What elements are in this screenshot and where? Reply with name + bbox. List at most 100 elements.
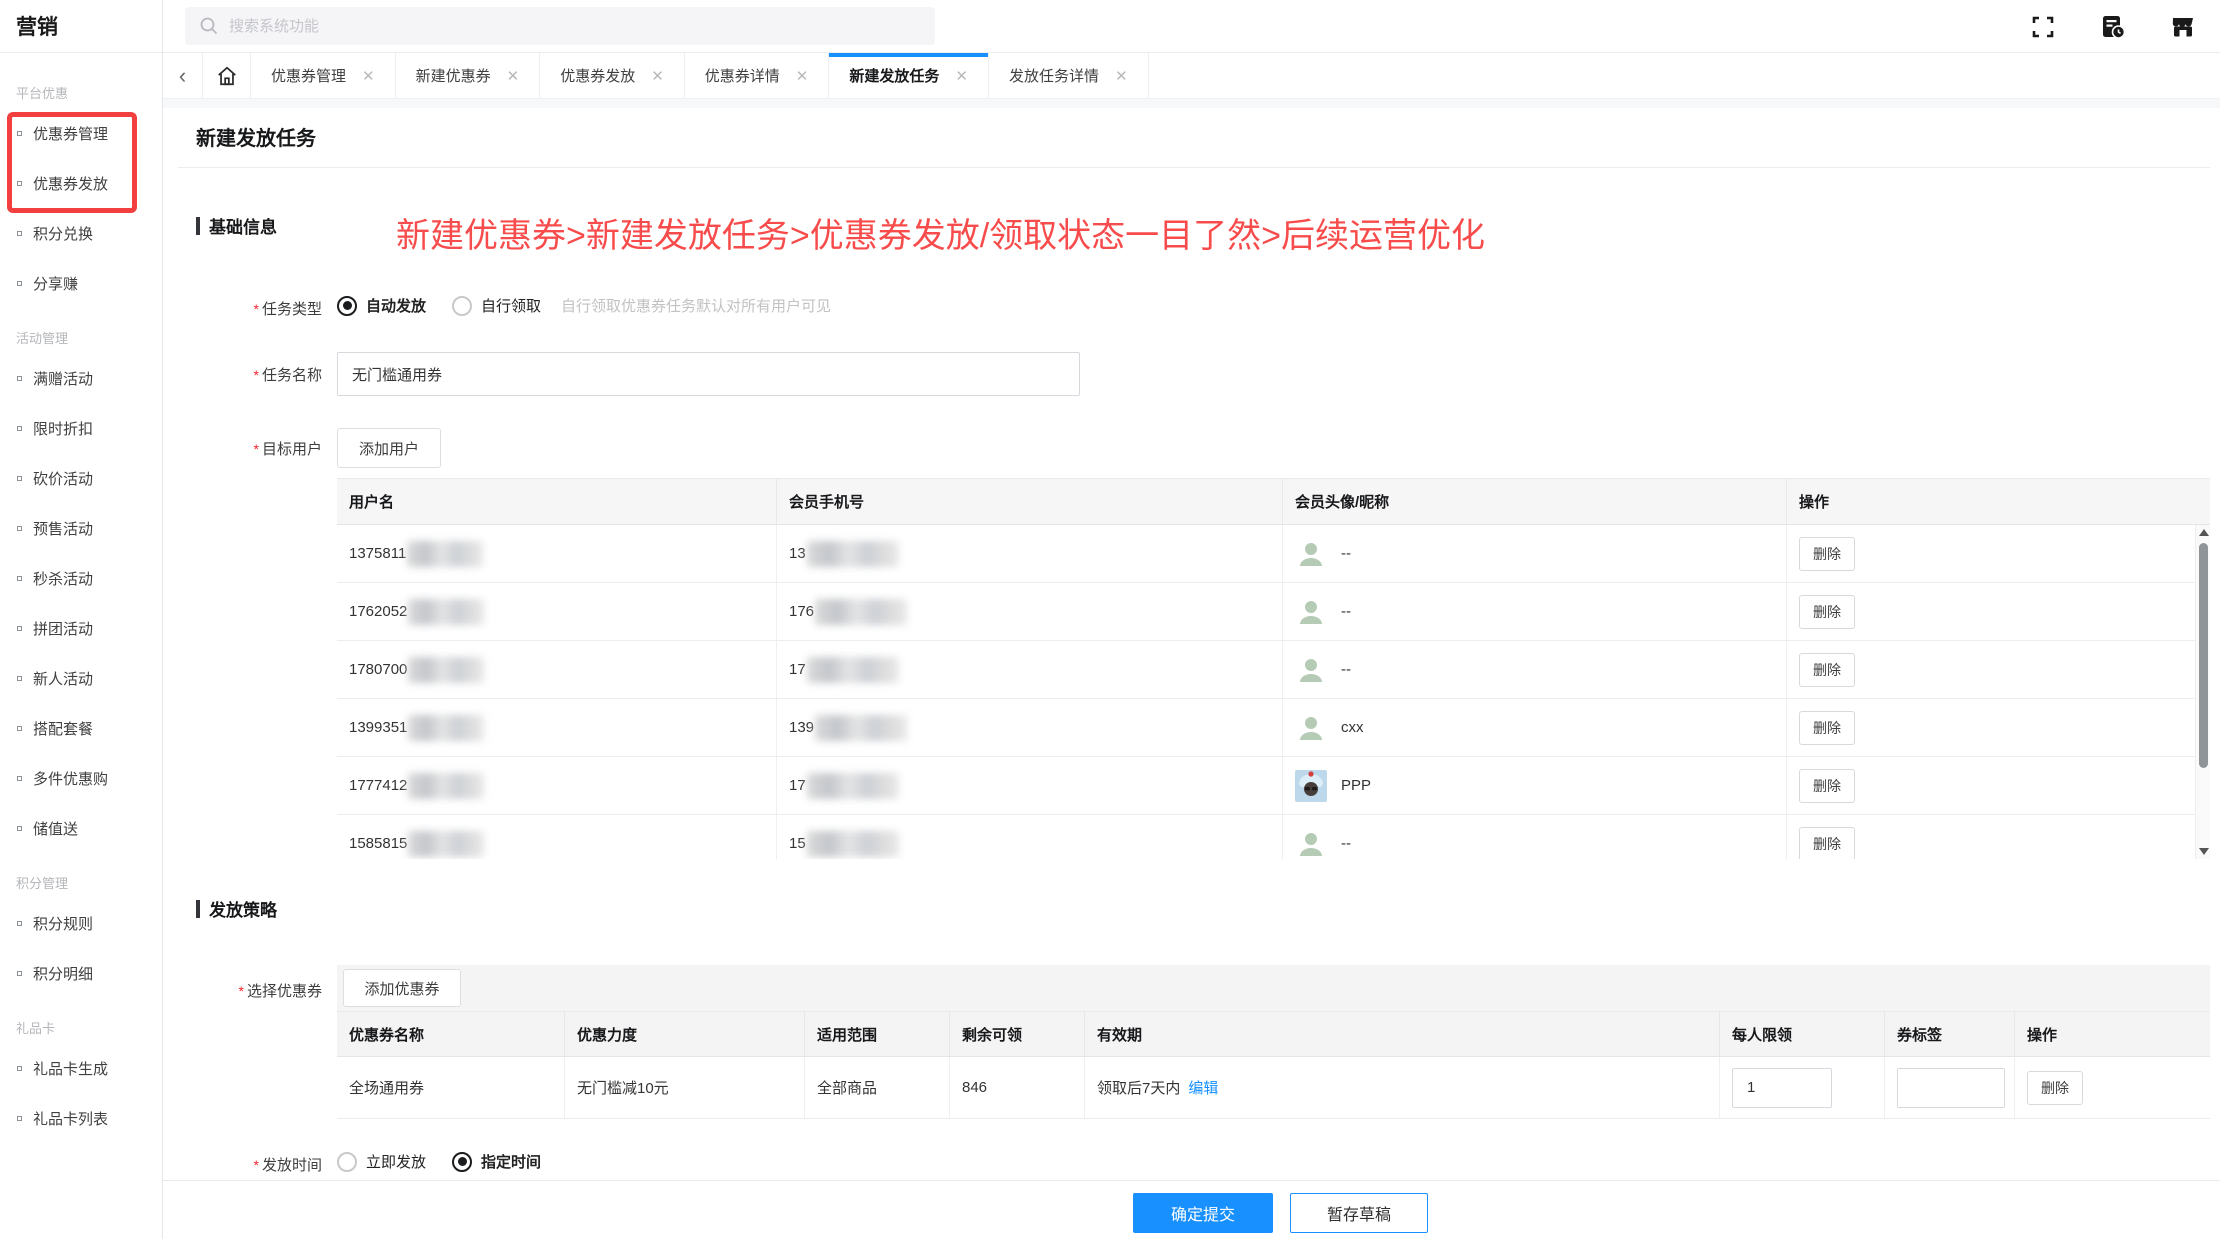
- sidebar-item-seckill[interactable]: 秒杀活动: [0, 553, 162, 603]
- sidebar-item-points-rules[interactable]: 积分规则: [0, 898, 162, 948]
- section-basic-info: 基础信息: [196, 213, 277, 238]
- edit-validity-link[interactable]: 编辑: [1188, 1077, 1218, 1098]
- sidebar-item-giftcard-list[interactable]: 礼品卡列表: [0, 1093, 162, 1143]
- user-avatar-icon: [1295, 654, 1327, 686]
- sidebar-item-group-buy[interactable]: 拼团活动: [0, 603, 162, 653]
- col-header-strength: 优惠力度: [565, 1012, 805, 1056]
- radio-self-claim[interactable]: [452, 296, 472, 316]
- radio-scheduled-time[interactable]: [452, 1152, 472, 1172]
- nickname-text: PPP: [1341, 777, 1371, 794]
- fullscreen-icon[interactable]: [2030, 14, 2056, 40]
- search-box[interactable]: [185, 7, 935, 45]
- sidebar-item-full-gift[interactable]: 满赠活动: [0, 353, 162, 403]
- sidebar-item-points-detail[interactable]: 积分明细: [0, 948, 162, 998]
- square-bullet-icon: [17, 526, 22, 531]
- tabs-back-button[interactable]: ‹: [163, 53, 203, 98]
- tab-label: 发放任务详情: [1009, 65, 1099, 86]
- close-icon[interactable]: ✕: [796, 67, 809, 85]
- sidebar-item-label: 积分明细: [33, 963, 93, 984]
- close-icon[interactable]: ✕: [651, 67, 664, 85]
- add-user-button[interactable]: 添加用户: [337, 428, 441, 468]
- blurred-text: [408, 657, 484, 683]
- sidebar-item-label: 预售活动: [33, 518, 93, 539]
- tab-coupon-manage[interactable]: 优惠券管理✕: [251, 53, 396, 98]
- task-type-hint: 自行领取优惠券任务默认对所有用户可见: [561, 295, 831, 316]
- sidebar-item-label: 礼品卡生成: [33, 1058, 108, 1079]
- limit-per-person-input[interactable]: [1732, 1068, 1832, 1108]
- report-icon[interactable]: [2100, 14, 2126, 40]
- sidebar-item-presale[interactable]: 预售活动: [0, 503, 162, 553]
- radio-auto-send[interactable]: [337, 296, 357, 316]
- sidebar-section-points: 积分管理: [16, 873, 162, 892]
- square-bullet-icon: [17, 576, 22, 581]
- delete-button[interactable]: 删除: [1799, 711, 1855, 745]
- scrollbar-thumb[interactable]: [2199, 543, 2208, 768]
- confirm-submit-button[interactable]: 确定提交: [1133, 1193, 1273, 1233]
- delete-button[interactable]: 删除: [1799, 537, 1855, 571]
- sidebar-item-label: 新人活动: [33, 668, 93, 689]
- square-bullet-icon: [17, 131, 22, 136]
- sidebar-item-label: 礼品卡列表: [33, 1108, 108, 1129]
- search-input[interactable]: [229, 18, 869, 35]
- blurred-text: [408, 831, 484, 857]
- sidebar-item-bargain[interactable]: 砍价活动: [0, 453, 162, 503]
- task-name-input[interactable]: [337, 352, 1080, 396]
- main-content: 新建发放任务 基础信息 新建优惠券>新建发放任务>优惠券发放/领取状态一目了然>…: [163, 108, 2220, 1239]
- tab-coupon-send[interactable]: 优惠券发放✕: [540, 53, 685, 98]
- sidebar-item-coupon-send[interactable]: 优惠券发放: [0, 158, 162, 208]
- tab-send-task-detail[interactable]: 发放任务详情 ✕: [989, 53, 1149, 98]
- sidebar-item-label: 储值送: [33, 818, 78, 839]
- table-row: 1777412 17 PPP 删除: [337, 757, 2210, 815]
- sidebar-item-newcomer[interactable]: 新人活动: [0, 653, 162, 703]
- sidebar-item-points-exchange[interactable]: 积分兑换: [0, 208, 162, 258]
- add-coupon-button[interactable]: 添加优惠券: [343, 969, 461, 1007]
- sidebar-item-stored-value[interactable]: 储值送: [0, 803, 162, 853]
- coupon-table: 添加优惠券 优惠券名称 优惠力度 适用范围 剩余可领 有效期 每人限领 券标签 …: [337, 965, 2210, 1119]
- username-text: 1585815: [349, 835, 407, 852]
- delete-button[interactable]: 删除: [2027, 1071, 2083, 1105]
- close-icon[interactable]: ✕: [362, 67, 375, 85]
- radio-send-now-label: 立即发放: [366, 1151, 426, 1172]
- coupon-strength-cell: 无门槛减10元: [565, 1057, 805, 1118]
- close-icon[interactable]: ✕: [1115, 67, 1128, 85]
- col-header-avatar-nick: 会员头像/昵称: [1283, 479, 1787, 524]
- close-icon[interactable]: ✕: [507, 67, 520, 85]
- sidebar-item-multi-discount[interactable]: 多件优惠购: [0, 753, 162, 803]
- shop-icon[interactable]: [2170, 14, 2196, 40]
- tab-new-send-task[interactable]: 新建发放任务✕: [829, 53, 989, 98]
- table-scrollbar[interactable]: [2195, 525, 2210, 859]
- required-mark: *: [254, 1157, 259, 1173]
- divider: [178, 167, 2210, 168]
- red-annotation-text: 新建优惠券>新建发放任务>优惠券发放/领取状态一目了然>后续运营优化: [396, 208, 1485, 257]
- delete-button[interactable]: 删除: [1799, 653, 1855, 687]
- tab-new-coupon[interactable]: 新建优惠券✕: [396, 53, 541, 98]
- sidebar-item-share-earn[interactable]: 分享赚: [0, 258, 162, 308]
- table-row: 1780700 17 -- 删除: [337, 641, 2210, 699]
- tab-coupon-detail[interactable]: 优惠券详情✕: [685, 53, 830, 98]
- scroll-down-icon[interactable]: [2199, 848, 2209, 855]
- square-bullet-icon: [17, 726, 22, 731]
- close-icon[interactable]: ✕: [955, 67, 968, 85]
- delete-button[interactable]: 删除: [1799, 595, 1855, 629]
- delete-button[interactable]: 删除: [1799, 827, 1855, 860]
- sidebar-item-giftcard-generate[interactable]: 礼品卡生成: [0, 1043, 162, 1093]
- table-row: 1585815 15 -- 删除: [337, 815, 2210, 859]
- nickname-text: --: [1341, 603, 1351, 620]
- radio-send-now[interactable]: [337, 1152, 357, 1172]
- scroll-up-icon[interactable]: [2199, 529, 2209, 536]
- validity-text: 领取后7天内: [1097, 1077, 1180, 1098]
- home-tab[interactable]: [203, 53, 251, 98]
- section-strategy: 发放策略: [196, 896, 277, 921]
- delete-button[interactable]: 删除: [1799, 769, 1855, 803]
- save-draft-button[interactable]: 暂存草稿: [1290, 1193, 1428, 1233]
- sidebar-item-coupon-manage[interactable]: 优惠券管理: [0, 108, 162, 158]
- topbar-icons: [2030, 0, 2196, 53]
- coupon-table-header: 优惠券名称 优惠力度 适用范围 剩余可领 有效期 每人限领 券标签 操作: [337, 1011, 2210, 1057]
- coupon-scope-cell: 全部商品: [805, 1057, 950, 1118]
- send-time-radios: 立即发放 指定时间: [337, 1151, 541, 1172]
- sidebar-item-time-discount[interactable]: 限时折扣: [0, 403, 162, 453]
- coupon-table-toolbar: 添加优惠券: [337, 965, 2210, 1011]
- sidebar-item-combo[interactable]: 搭配套餐: [0, 703, 162, 753]
- coupon-tag-input[interactable]: [1897, 1068, 2005, 1108]
- table-row: 1399351 139 cxx 删除: [337, 699, 2210, 757]
